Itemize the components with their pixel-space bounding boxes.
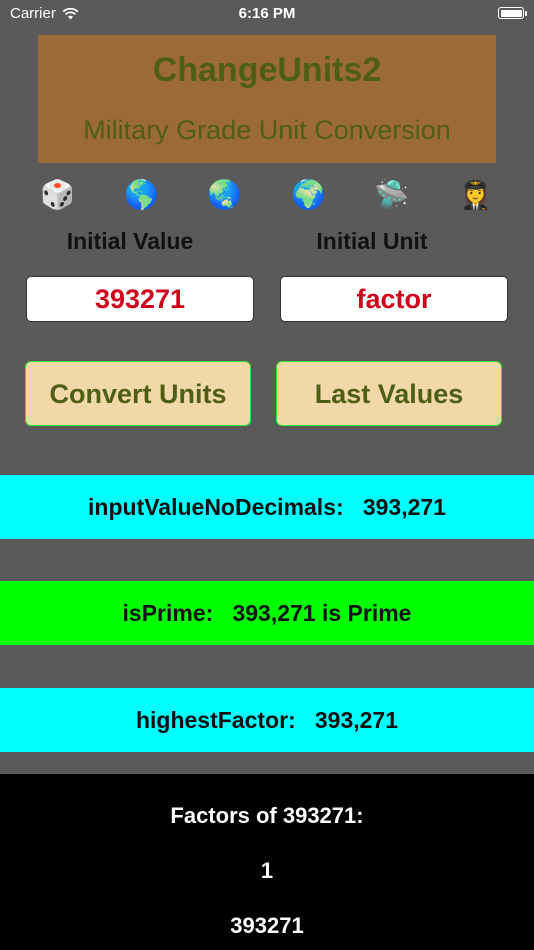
globe-asia-icon[interactable]: 🌏 <box>207 178 242 212</box>
status-bar: Carrier 6:16 PM <box>0 0 534 30</box>
globe-americas-icon[interactable]: 🌎 <box>124 178 159 212</box>
flying-saucer-icon[interactable]: 🛸 <box>374 178 409 212</box>
factors-heading: Factors of 393271: <box>170 803 364 828</box>
initial-unit-input[interactable] <box>280 276 508 322</box>
status-time: 6:16 PM <box>238 5 296 22</box>
result-input-value-no-decimals: inputValueNoDecimals: 393,271 <box>0 475 534 539</box>
convert-units-button[interactable]: Convert Units <box>25 361 251 426</box>
factor-value: 393271 <box>230 913 304 938</box>
result-is-prime: isPrime: 393,271 is Prime <box>0 581 534 645</box>
app-title: ChangeUnits2 <box>152 51 382 89</box>
initial-value-label: Initial Value <box>66 228 194 254</box>
result-highest-factor: highestFactor: 393,271 <box>0 688 534 752</box>
dice-icon[interactable]: 🎲 <box>40 178 75 212</box>
globe-europe-africa-icon[interactable]: 🌍 <box>291 178 326 212</box>
factor-value: 1 <box>260 858 274 883</box>
initial-unit-label: Initial Unit <box>316 228 428 254</box>
icon-row: 🎲 🌎 🌏 🌍 🛸 👩‍✈️ <box>0 178 534 212</box>
app-subtitle: Military Grade Unit Conversion <box>83 115 451 145</box>
last-values-button[interactable]: Last Values <box>276 361 502 426</box>
battery-icon <box>498 7 527 19</box>
woman-pilot-icon[interactable]: 👩‍✈️ <box>458 178 493 212</box>
factors-panel: Factors of 393271: 1 393271 <box>0 774 534 950</box>
app-banner: ChangeUnits2 Military Grade Unit Convers… <box>38 35 496 163</box>
initial-value-input[interactable] <box>26 276 254 322</box>
